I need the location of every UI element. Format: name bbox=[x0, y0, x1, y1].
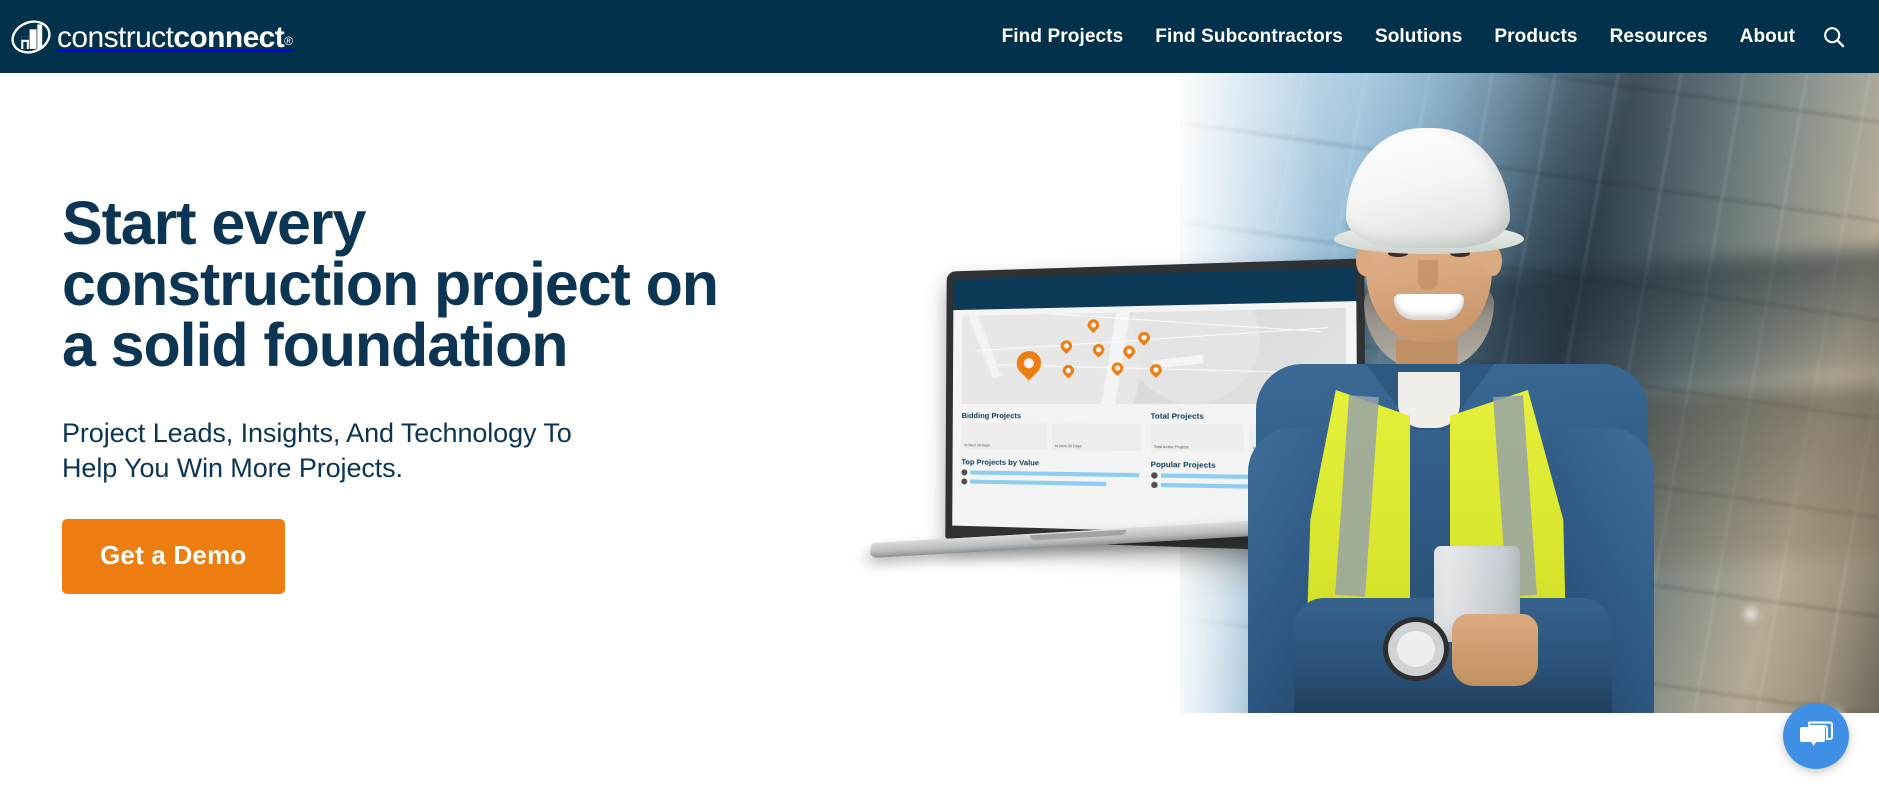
brand-registered-mark: ® bbox=[284, 33, 293, 48]
nav-item-about[interactable]: About bbox=[1724, 0, 1811, 73]
bar-fill bbox=[970, 470, 1140, 478]
bidding-projects-section: Bidding Projects In Next 30 Days In Next… bbox=[961, 411, 1141, 452]
ranked-bar-item bbox=[961, 477, 1141, 487]
brand-word-bold: connect bbox=[173, 20, 285, 54]
top-projects-by-value-section: Top Projects by Value bbox=[961, 457, 1141, 490]
stat-card[interactable]: In Next 30 Days bbox=[961, 423, 1047, 451]
stat-card-label: In Next 30 Days bbox=[964, 443, 990, 448]
search-icon bbox=[1824, 26, 1845, 47]
section-title: Top Projects by Value bbox=[961, 457, 1040, 468]
worker-smile bbox=[1394, 294, 1464, 320]
nav-item-products[interactable]: Products bbox=[1478, 0, 1593, 73]
stat-card[interactable]: In Next 90 Days bbox=[1051, 423, 1141, 452]
bar-fill bbox=[970, 479, 1106, 486]
worker-nose bbox=[1418, 260, 1438, 290]
nav-item-resources[interactable]: Resources bbox=[1594, 0, 1724, 73]
map-water bbox=[967, 310, 1002, 379]
stat-card[interactable]: Total Active Projects bbox=[1150, 423, 1244, 453]
hero-subheadline: Project Leads, Insights, And Technology … bbox=[62, 418, 572, 484]
map-pin-icon[interactable] bbox=[1090, 341, 1107, 358]
worker-wristwatch bbox=[1388, 622, 1444, 676]
rank-badge-icon bbox=[961, 469, 968, 476]
rank-badge-icon bbox=[1150, 472, 1158, 479]
background-bokeh-light bbox=[1740, 603, 1762, 625]
ranked-bar-list bbox=[961, 469, 1141, 487]
map-pin-icon[interactable] bbox=[1012, 346, 1047, 381]
nav-item-find-projects[interactable]: Find Projects bbox=[986, 0, 1140, 73]
map-pin-icon[interactable] bbox=[1058, 338, 1075, 354]
brand-logo[interactable]: constructconnect® bbox=[10, 0, 293, 73]
ranked-bar-item bbox=[961, 469, 1141, 478]
brand-word-light: construct bbox=[57, 20, 174, 54]
map-pin-icon[interactable] bbox=[1135, 329, 1153, 346]
map-pin-icon[interactable] bbox=[1084, 317, 1101, 334]
hero-headline: Start every construction project on a so… bbox=[62, 189, 719, 379]
brand-wordmark: constructconnect® bbox=[57, 20, 293, 54]
page-root: constructconnect® Find Projects Find Sub… bbox=[0, 0, 1879, 795]
hero-copy-block: Start every construction project on a so… bbox=[62, 189, 822, 595]
stat-card-label: Total Active Projects bbox=[1153, 444, 1189, 450]
get-a-demo-button[interactable]: Get a Demo bbox=[62, 519, 285, 595]
stat-card-group: In Next 30 Days In Next 90 Days bbox=[961, 423, 1141, 452]
search-button[interactable] bbox=[1811, 0, 1857, 73]
stat-card-label: In Next 90 Days bbox=[1055, 444, 1082, 449]
rank-badge-icon bbox=[1150, 481, 1158, 488]
nav-item-find-subcontractors[interactable]: Find Subcontractors bbox=[1139, 0, 1359, 73]
hard-hat-icon bbox=[1346, 128, 1510, 248]
chat-widget-button[interactable] bbox=[1783, 703, 1849, 769]
chat-bubble-icon bbox=[1800, 721, 1833, 746]
worker-hand bbox=[1452, 614, 1538, 686]
section-title: Bidding Projects bbox=[961, 411, 1022, 421]
construction-worker-photo bbox=[1238, 128, 1658, 713]
hero-section: Bidding Projects In Next 30 Days In Next… bbox=[0, 73, 1879, 713]
bar-chart-building-logo-icon bbox=[11, 19, 51, 54]
primary-navigation: Find Projects Find Subcontractors Soluti… bbox=[986, 0, 1857, 73]
nav-item-solutions[interactable]: Solutions bbox=[1359, 0, 1478, 73]
laptop-mockup: Bidding Projects In Next 30 Days In Next… bbox=[868, 258, 1367, 571]
site-header: constructconnect® Find Projects Find Sub… bbox=[0, 0, 1879, 73]
rank-badge-icon bbox=[961, 477, 968, 485]
